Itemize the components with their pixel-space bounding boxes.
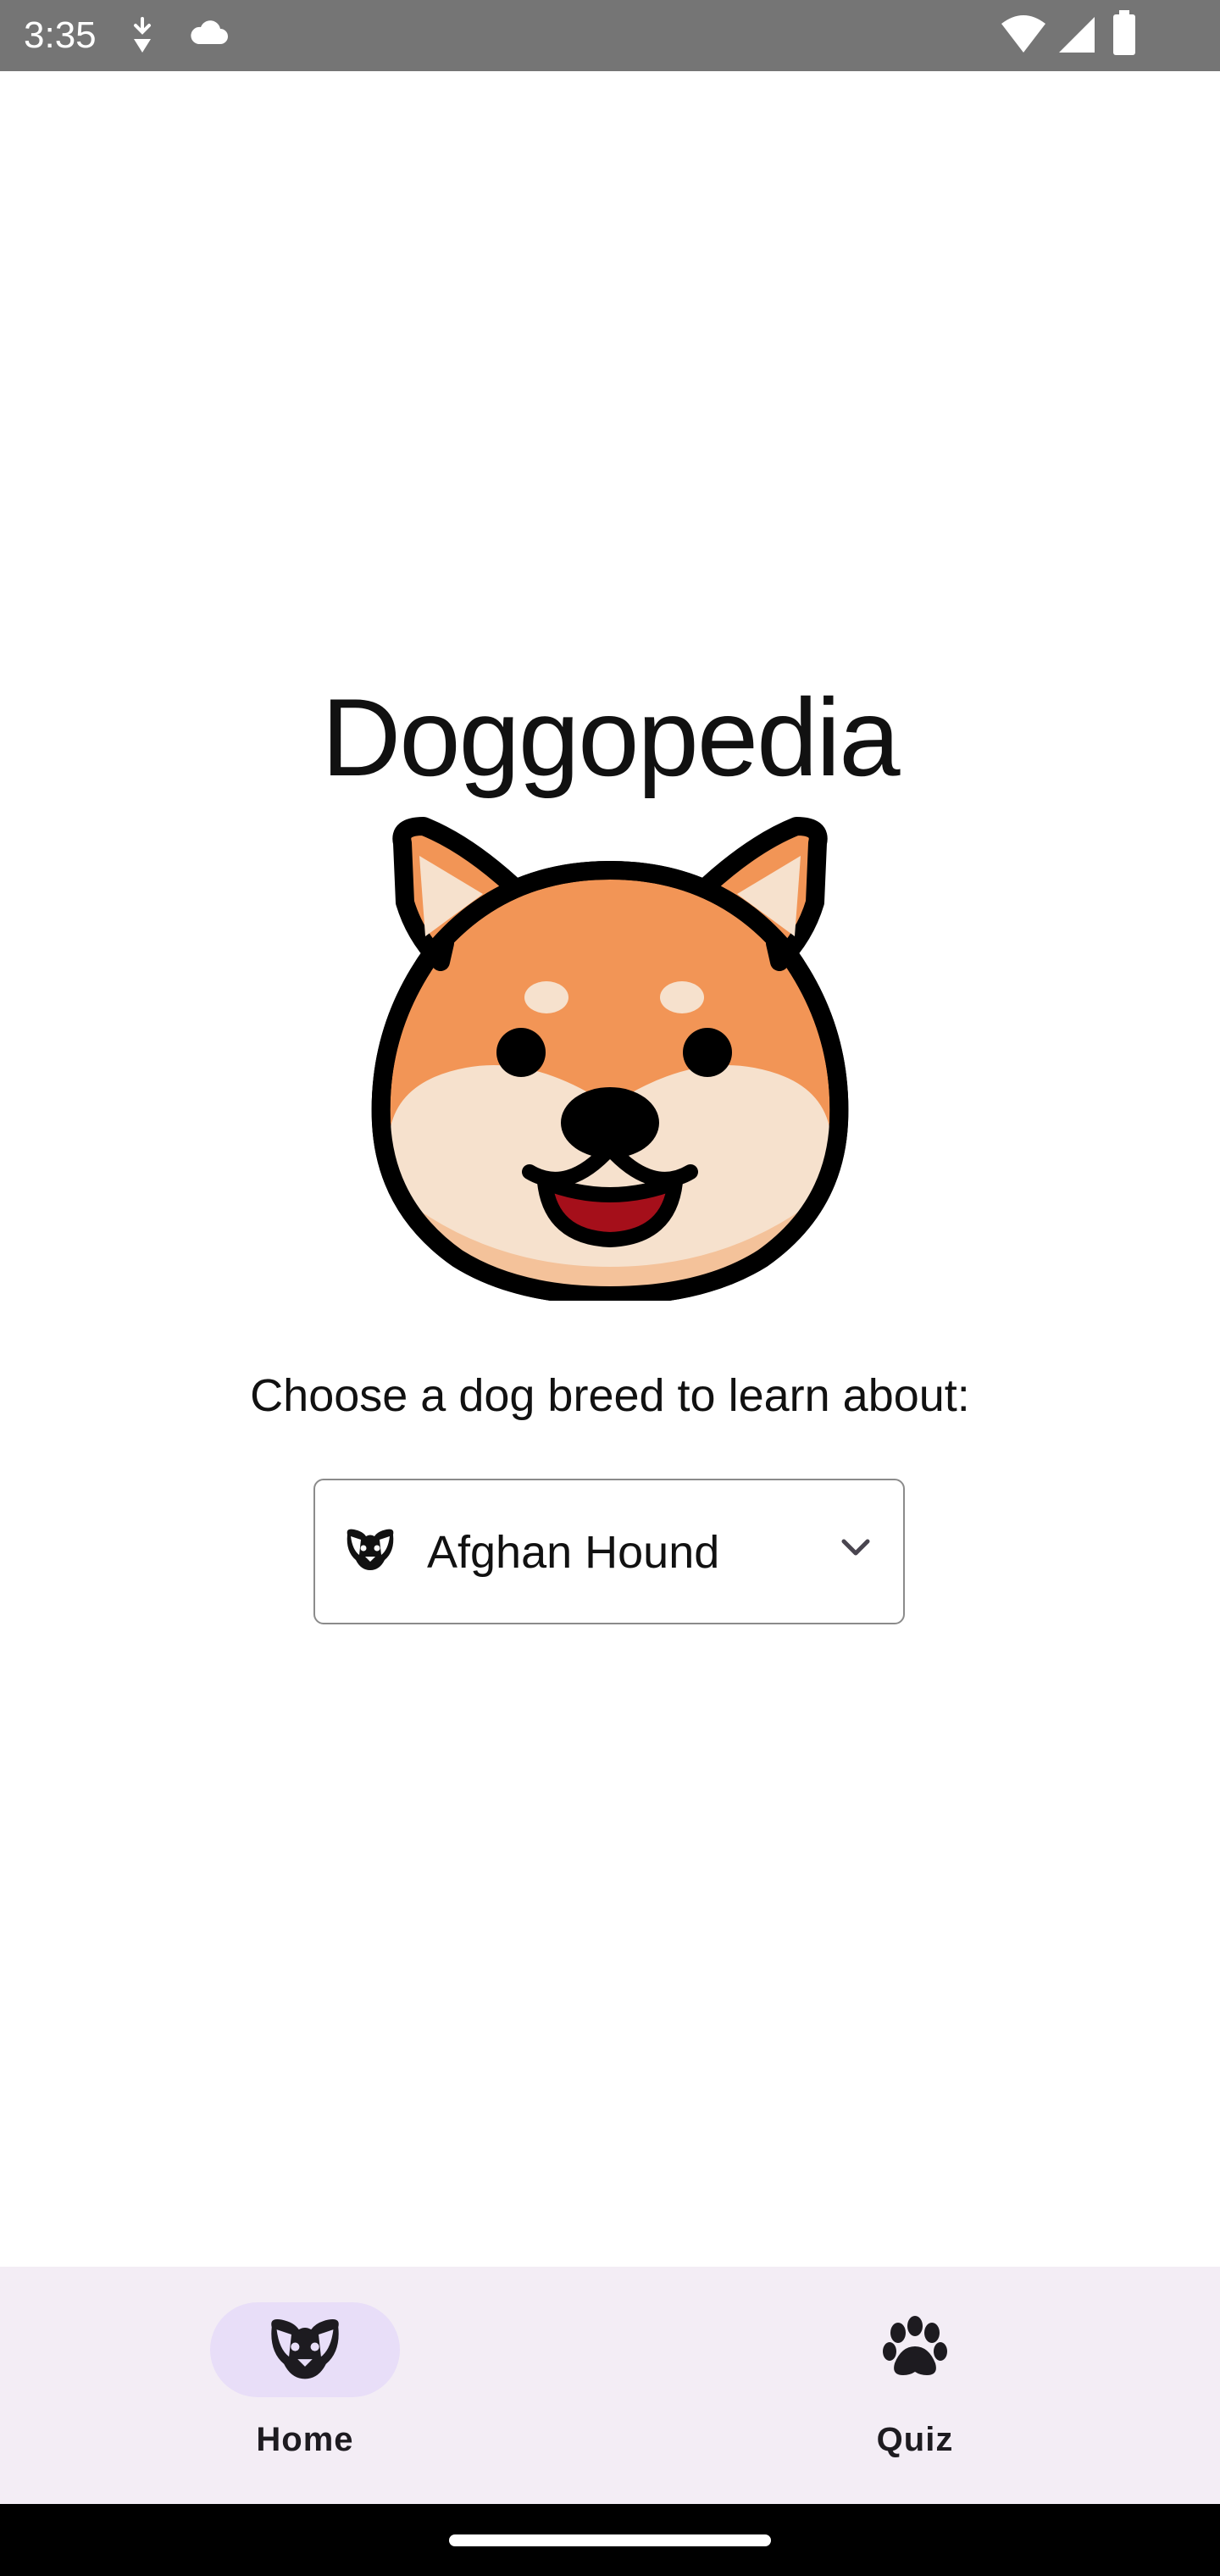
home-gesture-handle[interactable] bbox=[449, 2534, 771, 2546]
dog-face-icon bbox=[264, 2314, 346, 2386]
signal-icon bbox=[1056, 14, 1096, 58]
breed-select-value: Afghan Hound bbox=[427, 1527, 720, 1578]
gesture-navigation-bar bbox=[0, 2504, 1220, 2576]
nav-item-quiz[interactable]: Quiz bbox=[610, 2267, 1220, 2504]
paw-icon bbox=[874, 2314, 956, 2386]
status-bar: 3:35 bbox=[0, 0, 1220, 71]
cloud-icon bbox=[186, 15, 230, 53]
battery-icon bbox=[1112, 10, 1137, 60]
wifi-icon bbox=[1000, 14, 1047, 58]
shiba-dog-face-icon bbox=[364, 809, 856, 1306]
breed-dropdown[interactable]: Afghan Hound bbox=[313, 1479, 905, 1624]
dog-face-icon bbox=[342, 1526, 398, 1576]
status-time: 3:35 bbox=[24, 14, 97, 56]
nav-label-quiz: Quiz bbox=[876, 2421, 954, 2458]
nav-item-home[interactable]: Home bbox=[0, 2267, 610, 2504]
data-saver-icon bbox=[127, 15, 158, 60]
chevron-down-icon bbox=[839, 1536, 873, 1564]
nav-label-home: Home bbox=[256, 2421, 354, 2458]
bottom-navigation: Home Quiz bbox=[0, 2267, 1220, 2504]
app-title: Doggopedia bbox=[321, 675, 900, 799]
breed-prompt: Choose a dog breed to learn about: bbox=[250, 1370, 970, 1421]
